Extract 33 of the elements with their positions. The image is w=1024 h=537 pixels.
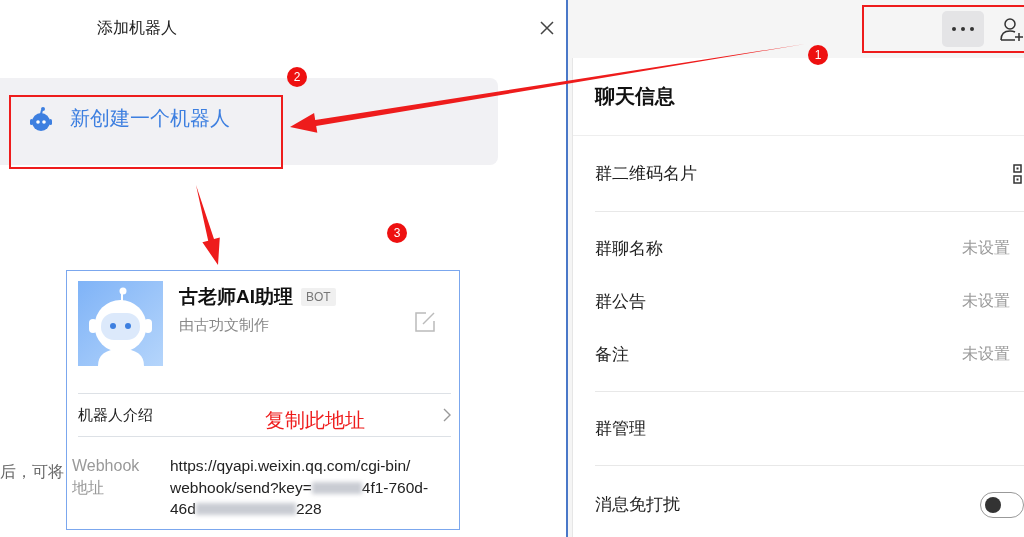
settings-row[interactable]: 群公告 未设置 — [595, 275, 1024, 328]
dialog-title: 添加机器人 — [97, 17, 177, 38]
webhook-url: 228 — [295, 499, 322, 519]
annotation-note: 复制此地址 — [265, 408, 365, 433]
webhook-label: Webhook 地址 — [72, 456, 141, 498]
hint-text: 后，可将 — [0, 462, 64, 482]
setting-value: 未设置 — [962, 291, 1010, 311]
panel-title: 聊天信息 — [595, 84, 675, 109]
webhook-url: 4f1-760d- — [361, 477, 429, 498]
bot-name: 古老师AI助理 — [179, 285, 293, 309]
close-icon[interactable] — [540, 21, 554, 35]
webhook-url: https://qyapi.weixin.qq.com/cgi-bin/ — [170, 456, 411, 476]
webhook-url: 46d — [170, 499, 196, 519]
bot-badge: BOT — [301, 288, 336, 306]
setting-value: 未设置 — [962, 344, 1010, 364]
settings-row[interactable]: 备注 未设置 — [595, 328, 1024, 381]
settings-row[interactable]: 群聊名称 未设置 — [595, 222, 1024, 275]
setting-label: 消息免打扰 — [595, 494, 680, 516]
step-badge: 2 — [287, 67, 307, 87]
redaction-blur — [311, 481, 362, 494]
qr-code-icon — [1013, 163, 1024, 184]
toggle-switch[interactable] — [980, 491, 1024, 518]
add-member-icon[interactable] — [1000, 16, 1024, 42]
settings-row[interactable]: 群二维码名片 — [595, 147, 1024, 200]
chevron-icon — [443, 408, 451, 422]
more-icon — [951, 26, 975, 32]
bot-creator: 由古功文制作 — [179, 316, 269, 335]
setting-value: 未设置 — [962, 238, 1010, 258]
step-badge: 3 — [387, 223, 407, 243]
more-button[interactable] — [942, 11, 984, 47]
robot-icon — [28, 105, 54, 132]
settings-row[interactable]: 群管理 — [595, 402, 1024, 455]
webhook-url: webhook/send?key= — [170, 477, 312, 498]
